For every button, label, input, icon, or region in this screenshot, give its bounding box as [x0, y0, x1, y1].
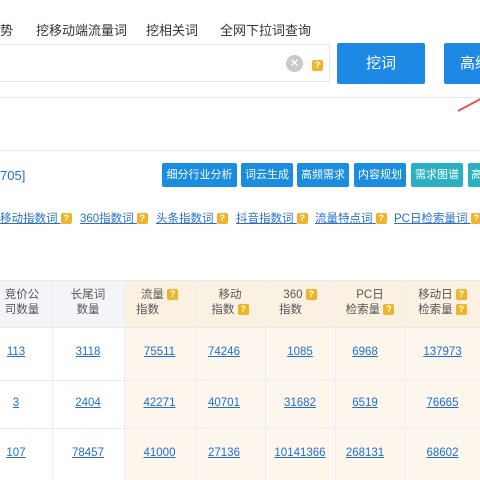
high-freq-demand-button[interactable]: 高频需求: [297, 163, 349, 187]
top-nav: 势 挖移动端流量词 挖相关词 全网下拉词查询: [0, 0, 480, 44]
cell-bid-companies[interactable]: 113: [0, 346, 32, 358]
column-header-mobile-index[interactable]: 移动 指数 ?: [195, 288, 265, 318]
metric-link-douyin-index[interactable]: 抖音指数词 ?: [236, 210, 308, 226]
help-icon: ?: [312, 56, 323, 74]
cell-bid-companies[interactable]: 107: [0, 447, 32, 459]
cell-360-index[interactable]: 10141366: [265, 447, 335, 459]
cell-traffic-index[interactable]: 42271: [124, 397, 195, 409]
metric-link-toutiao-index[interactable]: 头条指数词 ?: [156, 210, 228, 226]
tab-trend[interactable]: 势: [0, 20, 13, 39]
cell-mobile-daily-search[interactable]: 68602: [405, 447, 480, 459]
cell-bid-companies[interactable]: 3: [0, 397, 32, 409]
cell-360-index[interactable]: 1085: [265, 346, 335, 358]
cell-longtail-count[interactable]: 2404: [52, 397, 124, 409]
divider: [0, 150, 480, 151]
cell-mobile-index[interactable]: 74246: [195, 346, 253, 358]
cell-mobile-index[interactable]: 27136: [195, 447, 253, 459]
cell-longtail-count[interactable]: 78457: [52, 447, 124, 459]
help-icon: ?: [305, 289, 317, 300]
cell-pc-daily-search[interactable]: 6519: [335, 397, 395, 409]
cell-pc-daily-search[interactable]: 6968: [335, 346, 395, 358]
search-button[interactable]: 挖词: [337, 43, 425, 84]
cell-mobile-index[interactable]: 40701: [195, 397, 253, 409]
cell-traffic-index[interactable]: 75511: [124, 346, 195, 358]
clear-icon[interactable]: ✕: [286, 55, 303, 72]
help-icon: ?: [167, 289, 179, 300]
metric-link-mobile-index[interactable]: 移动指数词 ?: [0, 210, 72, 226]
table-row: 113 3118 75511 74246 1085 6968 137973: [0, 346, 480, 362]
metric-link-pc-daily-search[interactable]: PC日检索量词 ?: [394, 210, 480, 226]
column-header-traffic-index[interactable]: 流量 ? 指数: [124, 288, 195, 318]
industry-analysis-button[interactable]: 细分行业分析: [162, 163, 237, 187]
column-header-pc-daily-search[interactable]: PC日 检索量 ?: [335, 288, 405, 318]
more-tool-button[interactable]: 高: [468, 163, 480, 187]
help-icon: ?: [375, 213, 387, 224]
demand-graph-button[interactable]: 需求图谱: [411, 163, 463, 187]
advanced-search-button[interactable]: 高级: [444, 43, 480, 84]
divider: [0, 97, 480, 98]
search-input[interactable]: [0, 44, 330, 82]
column-header-mobile-daily-search[interactable]: 移动日 ? 检索量 ?: [405, 288, 480, 318]
cell-mobile-daily-search[interactable]: 137973: [405, 346, 480, 358]
help-icon: ?: [383, 304, 395, 315]
help-icon: ?: [455, 289, 467, 300]
help-icon: ?: [136, 213, 148, 224]
help-icon: ?: [237, 304, 249, 315]
cell-traffic-index[interactable]: 41000: [124, 447, 195, 459]
cell-pc-daily-search[interactable]: 268131: [335, 447, 395, 459]
column-header-longtail-count[interactable]: 长尾词 数量: [52, 288, 124, 318]
annotation-arrow: [457, 96, 480, 112]
tab-mobile-traffic-words[interactable]: 挖移动端流量词: [36, 20, 127, 39]
cell-longtail-count[interactable]: 3118: [52, 346, 124, 358]
content-planning-button[interactable]: 内容规划: [354, 163, 406, 187]
result-count: 705]: [0, 168, 26, 183]
help-icon: ?: [60, 213, 72, 224]
help-icon: ?: [296, 213, 308, 224]
help-icon: ?: [470, 213, 480, 224]
tab-dropdown-words-query[interactable]: 全网下拉词查询: [220, 20, 311, 39]
table-row: 3 2404 42271 40701 31682 6519 76665: [0, 397, 480, 413]
tab-related-words[interactable]: 挖相关词: [146, 20, 198, 39]
word-cloud-button[interactable]: 词云生成: [241, 163, 293, 187]
metric-link-traffic-feature[interactable]: 流量特点词 ?: [315, 210, 387, 226]
metric-link-360-index[interactable]: 360指数词 ?: [80, 210, 148, 226]
help-icon: ?: [216, 213, 228, 224]
column-header-bid-companies[interactable]: 竞价公 司数量: [0, 288, 44, 318]
cell-mobile-daily-search[interactable]: 76665: [405, 397, 480, 409]
table-row: 107 78457 41000 27136 10141366 268131 68…: [0, 447, 480, 463]
column-header-360-index[interactable]: 360 ? 指数: [265, 288, 335, 318]
cell-360-index[interactable]: 31682: [265, 397, 335, 409]
help-icon: ?: [455, 304, 467, 315]
